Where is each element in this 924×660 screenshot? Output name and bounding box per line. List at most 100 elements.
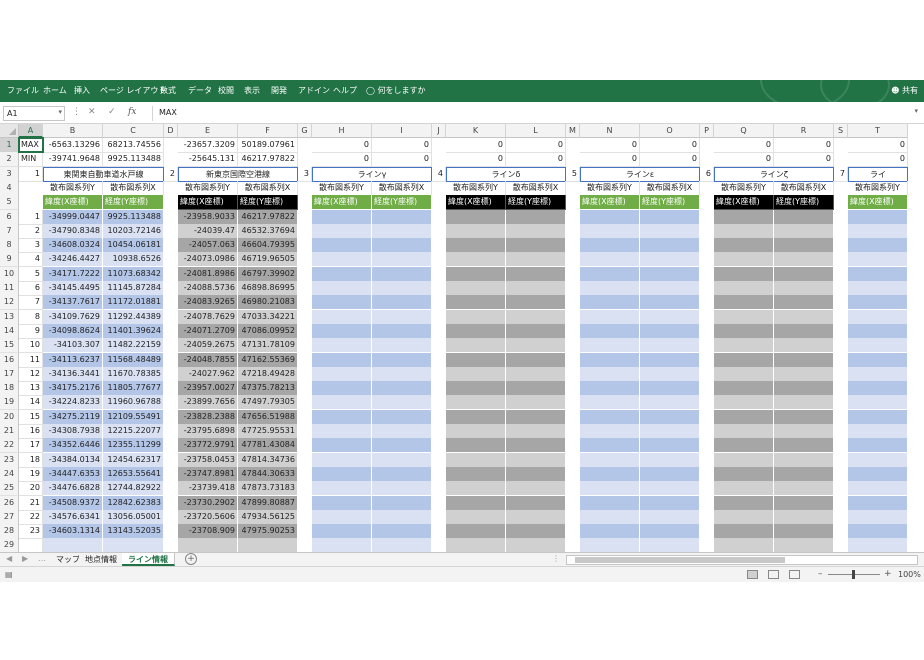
latitude-header[interactable]: 緯度(X座標) xyxy=(714,195,774,211)
tab-view[interactable]: 表示 xyxy=(244,85,260,96)
zoom-level[interactable]: 100% xyxy=(898,570,921,579)
index-cell[interactable]: 21 xyxy=(19,495,43,511)
row-header[interactable]: 11 xyxy=(0,281,19,296)
enter-check-icon[interactable]: ✓ xyxy=(108,107,116,117)
column-header[interactable]: T xyxy=(848,124,908,138)
select-all-corner[interactable] xyxy=(0,124,19,138)
latitude-cell[interactable]: -34576.6341 xyxy=(43,509,103,525)
longitude-cell[interactable]: 12454.62317 xyxy=(103,452,164,468)
column-header[interactable]: L xyxy=(506,124,566,138)
longitude-cell[interactable]: 47086.09952 xyxy=(238,323,298,339)
chevron-down-icon[interactable]: ▾ xyxy=(58,108,62,116)
min-value[interactable]: 0 xyxy=(372,152,432,168)
index-cell[interactable]: 7 xyxy=(19,295,43,311)
longitude-cell[interactable]: 46604.79395 xyxy=(238,238,298,254)
latitude-cell[interactable] xyxy=(446,366,506,382)
latitude-cell[interactable] xyxy=(580,424,640,439)
latitude-cell[interactable] xyxy=(580,452,640,468)
longitude-cell[interactable] xyxy=(372,252,432,268)
longitude-cell[interactable]: 11073.68342 xyxy=(103,266,164,282)
latitude-cell[interactable] xyxy=(312,481,372,497)
latitude-cell[interactable]: -34476.6828 xyxy=(43,481,103,497)
latitude-cell[interactable] xyxy=(714,524,774,540)
latitude-cell[interactable] xyxy=(446,538,506,552)
latitude-cell[interactable] xyxy=(714,266,774,282)
row-header[interactable]: 9 xyxy=(0,252,19,268)
longitude-cell[interactable] xyxy=(640,238,700,254)
latitude-cell[interactable] xyxy=(446,452,506,468)
latitude-cell[interactable] xyxy=(848,395,908,411)
series-x-label[interactable]: 散布図系列X xyxy=(103,180,164,196)
latitude-cell[interactable] xyxy=(714,466,774,482)
longitude-cell[interactable]: 11670.78385 xyxy=(103,366,164,382)
latitude-cell[interactable] xyxy=(446,295,506,311)
latitude-cell[interactable] xyxy=(714,509,774,525)
latitude-cell[interactable] xyxy=(312,238,372,254)
formula-input[interactable]: MAX xyxy=(152,106,918,121)
column-header[interactable]: K xyxy=(446,124,506,138)
min-value[interactable]: -39741.9648 xyxy=(43,152,103,168)
longitude-cell[interactable] xyxy=(372,481,432,497)
scrollbar-thumb[interactable] xyxy=(575,557,785,563)
row-header[interactable]: 21 xyxy=(0,424,19,439)
latitude-cell[interactable] xyxy=(312,395,372,411)
latitude-cell[interactable] xyxy=(714,424,774,439)
latitude-cell[interactable] xyxy=(848,438,908,454)
sheet-tab-lines[interactable]: ライン情報 xyxy=(122,553,175,566)
longitude-cell[interactable] xyxy=(774,223,834,239)
longitude-cell[interactable]: 13056.05001 xyxy=(103,509,164,525)
latitude-cell[interactable] xyxy=(714,438,774,454)
row-header[interactable]: 13 xyxy=(0,309,19,325)
longitude-cell[interactable] xyxy=(372,424,432,439)
longitude-cell[interactable] xyxy=(506,295,566,311)
latitude-cell[interactable] xyxy=(848,366,908,382)
tell-me-box[interactable]: ◯ 何をしますか xyxy=(366,85,426,96)
min-value[interactable]: 0 xyxy=(312,152,372,168)
latitude-cell[interactable] xyxy=(446,509,506,525)
series-x-label[interactable]: 散布図系列X xyxy=(238,180,298,196)
latitude-cell[interactable] xyxy=(312,495,372,511)
longitude-cell[interactable] xyxy=(372,309,432,325)
latitude-cell[interactable] xyxy=(848,538,908,552)
max-value[interactable]: 0 xyxy=(774,138,834,153)
latitude-cell[interactable] xyxy=(312,352,372,368)
index-cell[interactable]: 5 xyxy=(19,266,43,282)
latitude-cell[interactable]: -24048.7855 xyxy=(178,352,238,368)
longitude-cell[interactable]: 47033.34221 xyxy=(238,309,298,325)
horizontal-scrollbar[interactable] xyxy=(566,555,918,565)
min-value[interactable]: 0 xyxy=(506,152,566,168)
index-cell[interactable]: 11 xyxy=(19,352,43,368)
latitude-cell[interactable] xyxy=(312,338,372,354)
longitude-cell[interactable] xyxy=(640,309,700,325)
column-header[interactable]: N xyxy=(580,124,640,138)
latitude-cell[interactable] xyxy=(848,295,908,311)
latitude-cell[interactable] xyxy=(312,524,372,540)
latitude-cell[interactable] xyxy=(580,438,640,454)
latitude-cell[interactable] xyxy=(714,409,774,425)
latitude-cell[interactable] xyxy=(714,495,774,511)
index-cell[interactable]: 14 xyxy=(19,395,43,411)
min-value[interactable]: -25645.131 xyxy=(178,152,238,168)
latitude-cell[interactable] xyxy=(312,223,372,239)
index-cell[interactable] xyxy=(19,538,43,552)
latitude-cell[interactable] xyxy=(580,495,640,511)
column-header[interactable]: A xyxy=(19,124,43,138)
max-value[interactable]: 0 xyxy=(446,138,506,153)
series-y-label[interactable]: 散布図系列Y xyxy=(580,180,640,196)
longitude-cell[interactable] xyxy=(372,452,432,468)
longitude-cell[interactable] xyxy=(506,309,566,325)
latitude-cell[interactable] xyxy=(446,409,506,425)
longitude-cell[interactable] xyxy=(640,338,700,354)
longitude-cell[interactable]: 47725.95531 xyxy=(238,424,298,439)
longitude-header[interactable]: 経度(Y座標) xyxy=(372,195,432,211)
longitude-cell[interactable]: 47375.78213 xyxy=(238,381,298,397)
index-cell[interactable]: 2 xyxy=(19,223,43,239)
longitude-cell[interactable]: 12744.82922 xyxy=(103,481,164,497)
index-cell[interactable]: 8 xyxy=(19,309,43,325)
row-header[interactable]: 22 xyxy=(0,438,19,454)
longitude-cell[interactable] xyxy=(372,509,432,525)
latitude-cell[interactable] xyxy=(446,338,506,354)
longitude-cell[interactable] xyxy=(640,295,700,311)
latitude-cell[interactable] xyxy=(848,352,908,368)
longitude-cell[interactable] xyxy=(640,524,700,540)
